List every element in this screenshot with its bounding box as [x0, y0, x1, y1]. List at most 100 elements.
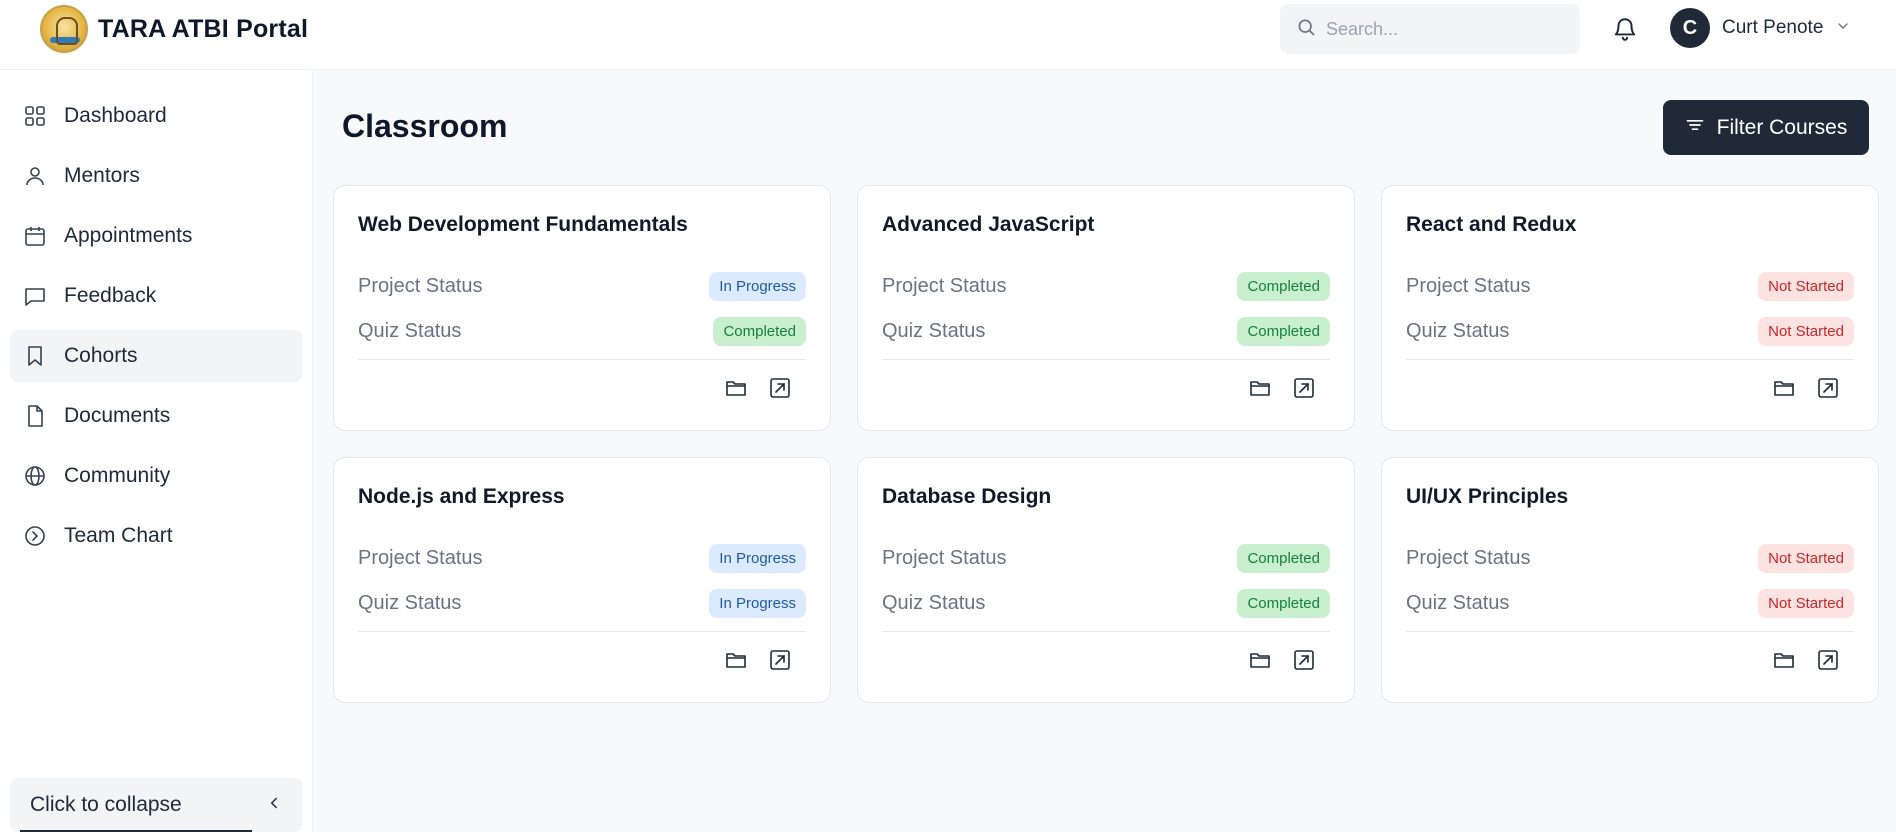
project-status-label: Project Status	[882, 546, 1007, 569]
search-icon	[1296, 17, 1316, 42]
quiz-status-row: Quiz Status Completed	[358, 315, 806, 347]
sidebar-item-label: Cohorts	[64, 344, 138, 367]
card-divider	[358, 359, 806, 360]
sidebar-item-label: Appointments	[64, 224, 193, 247]
collapse-label: Click to collapse	[30, 793, 182, 816]
folder-icon[interactable]	[1770, 646, 1798, 674]
filter-label: Filter Courses	[1716, 115, 1848, 139]
quiz-status-row: Quiz Status Not Started	[1406, 315, 1854, 347]
status-badge: In Progress	[709, 271, 806, 301]
chevron-circle-icon	[22, 523, 48, 549]
tara-logo	[40, 5, 88, 53]
folder-icon[interactable]	[1246, 374, 1274, 402]
collapse-button[interactable]: Click to collapse	[10, 778, 303, 832]
sidebar-item-label: Feedback	[64, 284, 157, 307]
card-divider	[1406, 631, 1854, 632]
status-badge: In Progress	[709, 543, 806, 573]
status-badge: Completed	[1237, 271, 1330, 301]
sidebar-nav: Dashboard Mentors Appointments Feedback …	[10, 90, 303, 570]
sidebar-item-label: Dashboard	[64, 104, 167, 127]
project-status-label: Project Status	[358, 546, 483, 569]
folder-icon[interactable]	[722, 646, 750, 674]
folder-icon[interactable]	[722, 374, 750, 402]
chevron-left-icon	[265, 794, 283, 817]
sidebar-item-label: Community	[64, 464, 171, 487]
project-status-label: Project Status	[1406, 274, 1531, 297]
course-title: Node.js and Express	[358, 485, 565, 508]
project-status-row: Project Status Completed	[882, 542, 1330, 574]
bookmark-icon	[22, 343, 48, 369]
filter-courses-button[interactable]: Filter Courses	[1663, 100, 1869, 155]
avatar: C	[1670, 8, 1710, 48]
card-actions	[1246, 646, 1318, 674]
status-badge: Not Started	[1758, 588, 1854, 618]
card-actions	[1770, 646, 1842, 674]
sidebar-item-label: Documents	[64, 404, 171, 427]
open-external-icon[interactable]	[766, 374, 794, 402]
sidebar-item-appointments[interactable]: Appointments	[10, 210, 303, 262]
message-icon	[22, 283, 48, 309]
grid-icon	[22, 103, 48, 129]
quiz-status-row: Quiz Status Not Started	[1406, 587, 1854, 619]
open-external-icon[interactable]	[1290, 374, 1318, 402]
quiz-status-label: Quiz Status	[1406, 591, 1510, 614]
project-status-label: Project Status	[882, 274, 1007, 297]
globe-icon	[22, 463, 48, 489]
sidebar-item-community[interactable]: Community	[10, 450, 303, 502]
course-grid: Web Development Fundamentals Project Sta…	[333, 185, 1879, 703]
card-actions	[722, 374, 794, 402]
card-divider	[1406, 359, 1854, 360]
status-badge: Completed	[1237, 543, 1330, 573]
project-status-row: Project Status In Progress	[358, 542, 806, 574]
sidebar-item-documents[interactable]: Documents	[10, 390, 303, 442]
status-badge: Not Started	[1758, 271, 1854, 301]
card-divider	[358, 631, 806, 632]
course-card[interactable]: UI/UX Principles Project Status Not Star…	[1381, 457, 1879, 703]
open-external-icon[interactable]	[1290, 646, 1318, 674]
user-icon	[22, 163, 48, 189]
project-status-row: Project Status In Progress	[358, 270, 806, 302]
sidebar-item-cohorts[interactable]: Cohorts	[10, 330, 303, 382]
top-header: TARA ATBI Portal C Curt Penote	[0, 0, 1896, 70]
sidebar-item-dashboard[interactable]: Dashboard	[10, 90, 303, 142]
course-card[interactable]: Database Design Project Status Completed…	[857, 457, 1355, 703]
filter-icon	[1685, 115, 1705, 141]
open-external-icon[interactable]	[1814, 646, 1842, 674]
quiz-status-label: Quiz Status	[882, 591, 986, 614]
sidebar-item-mentors[interactable]: Mentors	[10, 150, 303, 202]
quiz-status-row: Quiz Status Completed	[882, 587, 1330, 619]
project-status-label: Project Status	[358, 274, 483, 297]
search-box[interactable]	[1280, 4, 1580, 54]
search-input[interactable]	[1326, 18, 1556, 40]
status-badge: Completed	[1237, 588, 1330, 618]
notification-bell-icon[interactable]	[1610, 14, 1640, 44]
sidebar-item-team-chart[interactable]: Team Chart	[10, 510, 303, 562]
sidebar-item-label: Team Chart	[64, 524, 173, 547]
document-icon	[22, 403, 48, 429]
course-title: Advanced JavaScript	[882, 213, 1095, 236]
course-card[interactable]: React and Redux Project Status Not Start…	[1381, 185, 1879, 431]
open-external-icon[interactable]	[766, 646, 794, 674]
course-card[interactable]: Node.js and Express Project Status In Pr…	[333, 457, 831, 703]
project-status-row: Project Status Completed	[882, 270, 1330, 302]
user-menu[interactable]: C Curt Penote	[1670, 8, 1851, 48]
quiz-status-label: Quiz Status	[1406, 319, 1510, 342]
sidebar: Dashboard Mentors Appointments Feedback …	[0, 70, 313, 832]
course-card[interactable]: Advanced JavaScript Project Status Compl…	[857, 185, 1355, 431]
folder-icon[interactable]	[1246, 646, 1274, 674]
brand-title: TARA ATBI Portal	[98, 14, 309, 43]
course-card[interactable]: Web Development Fundamentals Project Sta…	[333, 185, 831, 431]
calendar-icon	[22, 223, 48, 249]
open-external-icon[interactable]	[1814, 374, 1842, 402]
quiz-status-label: Quiz Status	[882, 319, 986, 342]
folder-icon[interactable]	[1770, 374, 1798, 402]
project-status-row: Project Status Not Started	[1406, 542, 1854, 574]
status-badge: Completed	[1237, 316, 1330, 346]
brand[interactable]: TARA ATBI Portal	[40, 5, 308, 53]
sidebar-item-feedback[interactable]: Feedback	[10, 270, 303, 322]
project-status-row: Project Status Not Started	[1406, 270, 1854, 302]
sidebar-item-label: Mentors	[64, 164, 140, 187]
page-title: Classroom	[342, 108, 508, 144]
card-divider	[882, 359, 1330, 360]
course-title: Web Development Fundamentals	[358, 213, 688, 236]
